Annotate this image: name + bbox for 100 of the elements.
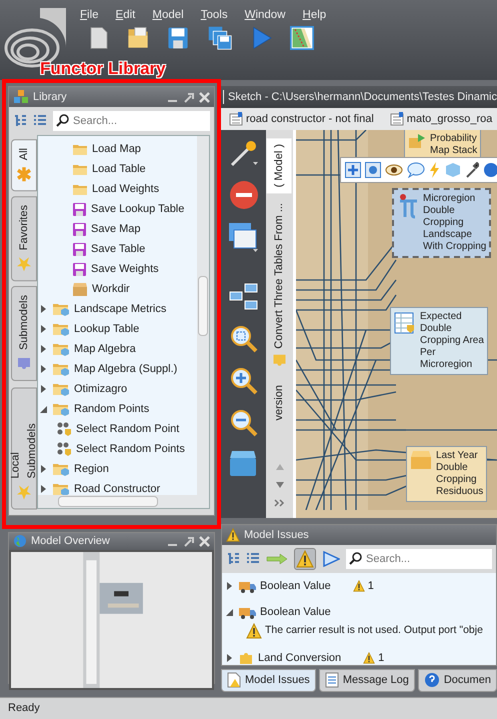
issue-group[interactable]: Boolean Value	[260, 604, 331, 620]
menu-item[interactable]: Tools	[200, 7, 228, 26]
warning-icon	[363, 652, 376, 664]
expander-icon[interactable]	[40, 345, 47, 353]
menu-item[interactable]: Edit	[116, 7, 136, 26]
model-node[interactable]: Expected Double Cropping Area Per Microregion	[390, 307, 488, 375]
eye-icon[interactable]	[385, 163, 403, 177]
tree-item[interactable]: Save Lookup Table	[91, 200, 184, 218]
expander-icon[interactable]	[226, 582, 233, 590]
pin-icon[interactable]	[183, 92, 194, 102]
tree-item[interactable]: Select Random Points	[76, 440, 185, 458]
asterisk-icon	[16, 166, 32, 182]
tree-item[interactable]: Load Map	[92, 140, 141, 158]
menu-item[interactable]: File	[80, 7, 99, 26]
tree-view-icon[interactable]	[226, 552, 240, 566]
tree-item[interactable]: Load Table	[92, 160, 146, 178]
side-tab[interactable]: Favorites	[11, 196, 37, 282]
windows-icon[interactable]	[228, 222, 260, 252]
expander-icon[interactable]	[40, 406, 47, 412]
menu-item[interactable]: Model	[152, 7, 184, 26]
tree-item[interactable]: Workdir	[92, 280, 130, 298]
tree-view-icon[interactable]	[13, 114, 27, 128]
node-label: Last Year Double Cropping Residuous	[436, 450, 484, 498]
dropper-icon[interactable]	[465, 162, 479, 178]
zoom-fit-icon[interactable]	[228, 324, 258, 354]
model-node[interactable]: Last Year Double Cropping Residuous	[406, 446, 488, 502]
document-tab[interactable]: road constructor - not final	[229, 110, 374, 128]
issue-group[interactable]: Land Conversion	[258, 650, 342, 665]
speech-bubble-icon[interactable]	[407, 162, 425, 178]
folder-icon	[52, 361, 70, 377]
scroll-down-icon[interactable]	[274, 480, 284, 489]
tree-item[interactable]: Map Algebra	[74, 340, 136, 358]
search-field[interactable]: Search...	[346, 549, 492, 569]
model-node[interactable]: Microregion Double Cropping Landscape With Cropping	[392, 188, 492, 258]
document-tab[interactable]: mato_grosso_roa	[390, 110, 492, 128]
tree-item[interactable]: Road Constructor	[74, 480, 160, 495]
expander-icon[interactable]	[40, 365, 47, 373]
tree-item[interactable]: Map Algebra (Suppl.)	[74, 360, 178, 378]
tree-item[interactable]: Random Points	[74, 400, 150, 418]
tree-item[interactable]: Landscape Metrics	[74, 300, 166, 318]
folder-icon	[52, 301, 70, 317]
expander-icon[interactable]	[40, 305, 47, 313]
tree-item[interactable]: Save Map	[91, 220, 141, 238]
expander-icon[interactable]	[226, 654, 233, 662]
folder-icon	[72, 182, 88, 196]
panel-tab[interactable]: Model Issues	[221, 669, 316, 692]
tree-item[interactable]: Region	[74, 460, 109, 478]
search-field[interactable]: Search...	[53, 111, 210, 131]
warnings-filter-toggle[interactable]	[294, 548, 316, 570]
close-icon[interactable]	[199, 92, 210, 102]
panel-title: Model Overview	[31, 534, 111, 549]
close-icon[interactable]	[199, 536, 210, 547]
stack-icon	[408, 133, 426, 149]
flow-icon[interactable]	[322, 551, 340, 567]
list-view-icon[interactable]	[246, 552, 260, 566]
expander-icon[interactable]	[40, 325, 47, 333]
tree-item[interactable]: Load Weights	[92, 180, 160, 198]
zoom-in-icon[interactable]	[228, 366, 258, 396]
side-tab[interactable]: Submodels	[11, 286, 37, 382]
star-icon	[16, 256, 32, 272]
stop-icon[interactable]	[228, 180, 258, 210]
magic-wand-icon[interactable]	[228, 138, 258, 168]
floppy-icon	[72, 262, 87, 276]
zoom-out-icon[interactable]	[228, 408, 258, 438]
expander-icon[interactable]	[40, 385, 47, 393]
side-tab[interactable]: version	[267, 379, 292, 427]
menu-item[interactable]: Help	[302, 7, 326, 26]
warning-document-icon	[227, 672, 241, 688]
expander-icon[interactable]	[226, 608, 233, 616]
panel-tab[interactable]: Documen	[418, 669, 497, 692]
more-icon[interactable]	[274, 498, 286, 506]
hierarchy-icon[interactable]	[228, 282, 258, 312]
side-tab[interactable]: Local Submodels	[11, 386, 37, 509]
side-tab[interactable]: All	[11, 139, 37, 192]
add-icon[interactable]	[345, 162, 361, 178]
side-tab[interactable]: ( Model )	[267, 138, 292, 194]
expander-icon[interactable]	[40, 465, 47, 473]
tree-item[interactable]: Lookup Table	[74, 320, 140, 338]
tree-item[interactable]: Otimizagro	[74, 380, 128, 398]
node-label: Probability Map Stack	[430, 133, 478, 157]
tree-item[interactable]: Select Random Point	[76, 420, 180, 438]
side-tab[interactable]: Convert Three Tables From ...	[267, 197, 292, 376]
folder-icon	[52, 461, 70, 477]
search-icon	[56, 114, 70, 128]
menu-item[interactable]: Window	[244, 7, 286, 26]
horizontal-scrollbar[interactable]	[38, 495, 209, 508]
table-icon	[394, 311, 416, 335]
tree-item[interactable]: Save Table	[91, 240, 146, 258]
map-icon[interactable]	[288, 26, 316, 50]
pin-icon[interactable]	[183, 536, 194, 547]
chest-icon[interactable]	[228, 450, 258, 478]
expander-icon[interactable]	[40, 485, 47, 493]
floppy-icon	[72, 222, 87, 236]
issue-group[interactable]: Boolean Value	[260, 578, 331, 594]
folder-icon	[72, 142, 88, 156]
window-title: Sketch - C:\Users\hermann\Documents\Testes Dinamic	[228, 90, 497, 105]
list-view-icon[interactable]	[33, 114, 47, 128]
tree-item[interactable]: Save Weights	[91, 260, 159, 278]
vertical-scrollbar[interactable]	[197, 136, 209, 495]
panel-tab[interactable]: Message Log	[318, 669, 415, 692]
